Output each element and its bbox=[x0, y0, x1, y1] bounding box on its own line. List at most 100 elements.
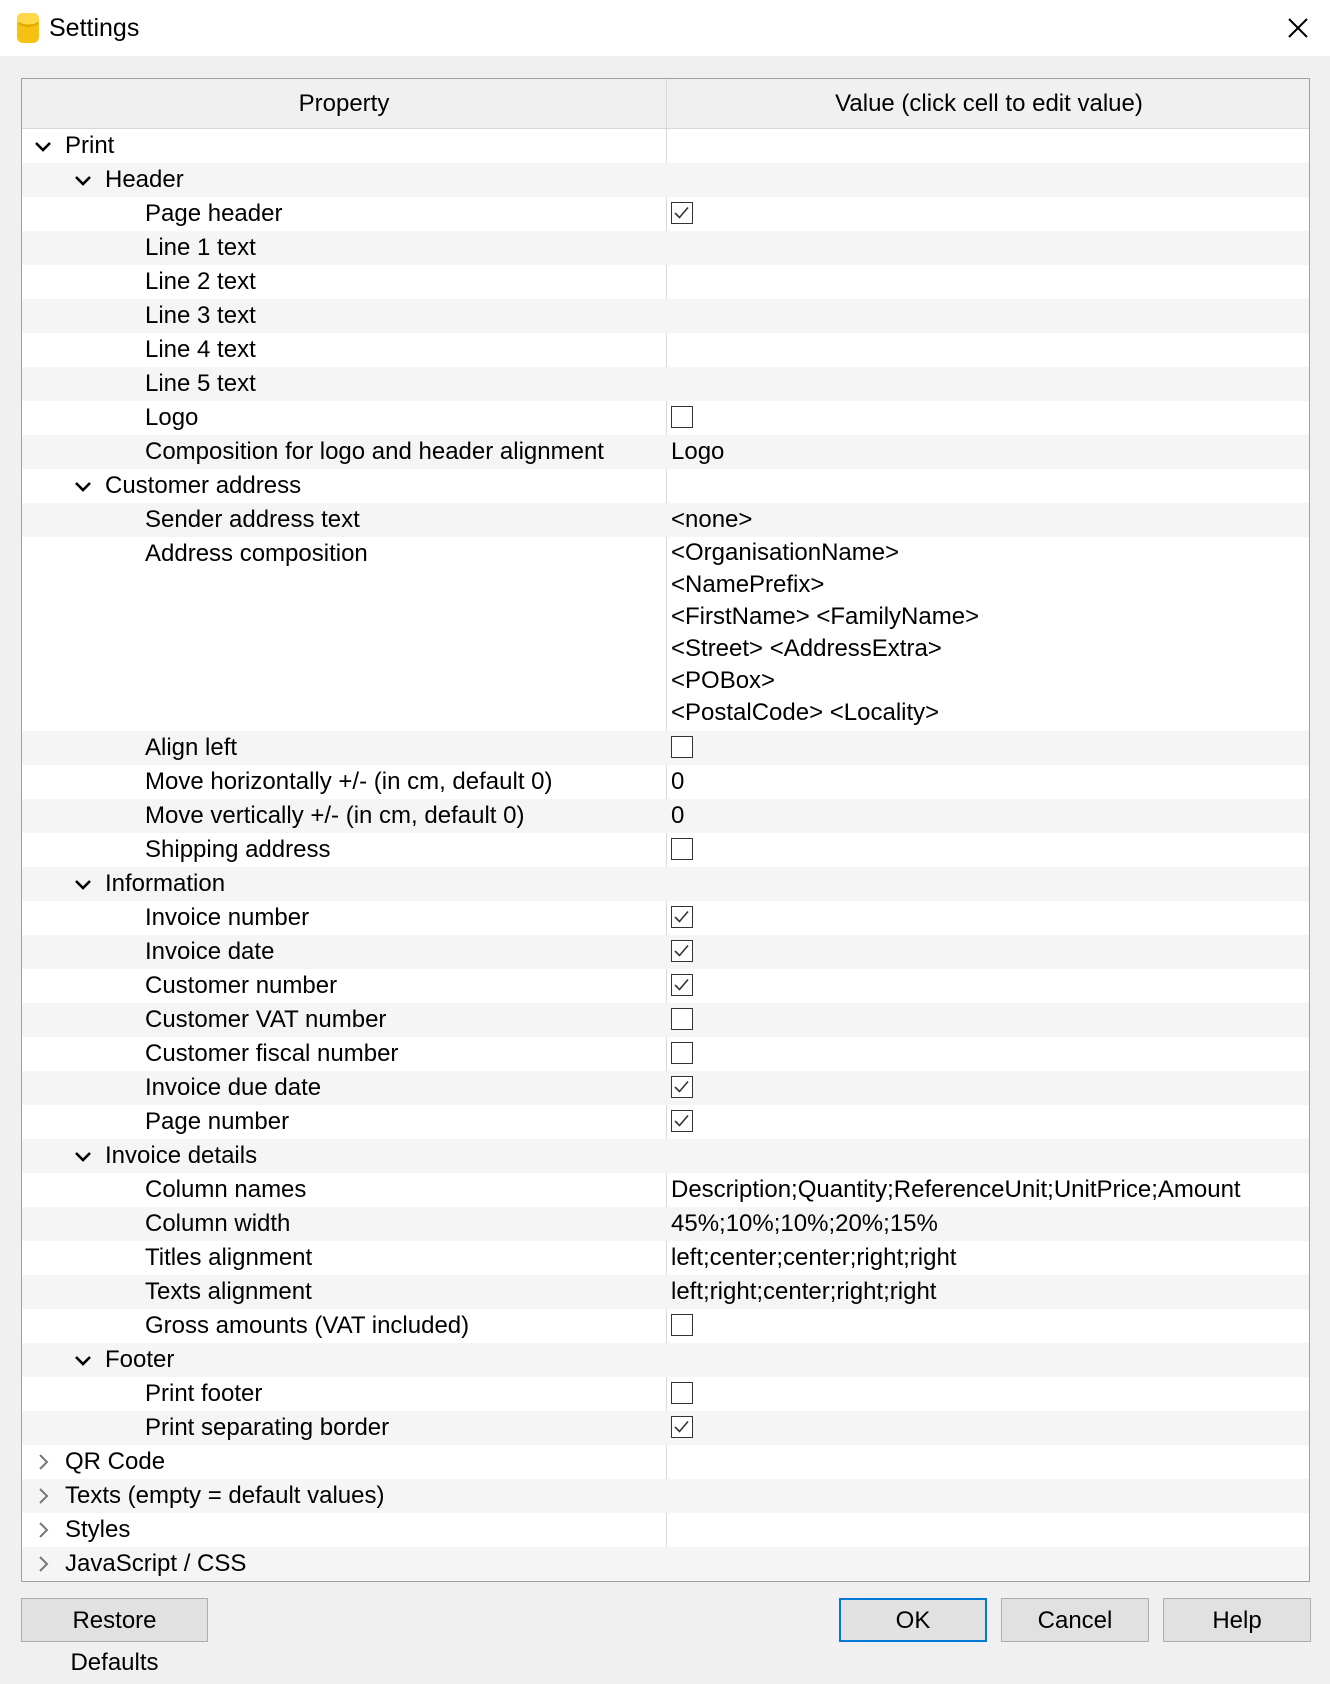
value-cell[interactable] bbox=[671, 231, 1301, 265]
property-row[interactable]: Gross amounts (VAT included) bbox=[22, 1309, 1309, 1343]
checkbox-checked[interactable] bbox=[671, 974, 693, 996]
property-cell[interactable]: Invoice number bbox=[22, 901, 666, 935]
property-cell[interactable]: Move horizontally +/- (in cm, default 0) bbox=[22, 765, 666, 799]
chevron-down-icon[interactable] bbox=[74, 1351, 92, 1369]
checkbox-checked[interactable] bbox=[671, 906, 693, 928]
tree-group-row[interactable]: Footer bbox=[22, 1343, 1309, 1377]
property-row[interactable]: Line 5 text bbox=[22, 367, 1309, 401]
property-cell[interactable]: Customer number bbox=[22, 969, 666, 1003]
property-grid[interactable]: Property Value (click cell to edit value… bbox=[21, 78, 1310, 1582]
cancel-button[interactable]: Cancel bbox=[1001, 1598, 1149, 1642]
chevron-right-icon[interactable] bbox=[34, 1453, 52, 1471]
chevron-down-icon[interactable] bbox=[34, 137, 52, 155]
tree-group-row[interactable]: Styles bbox=[22, 1513, 1309, 1547]
chevron-down-icon[interactable] bbox=[74, 171, 92, 189]
property-cell[interactable]: Invoice due date bbox=[22, 1071, 666, 1105]
property-row[interactable]: Composition for logo and header alignmen… bbox=[22, 435, 1309, 469]
value-cell-multiline[interactable]: <OrganisationName> <NamePrefix> <FirstName… bbox=[671, 537, 1301, 731]
value-cell[interactable]: left;center;center;right;right bbox=[671, 1241, 1301, 1275]
property-cell[interactable]: Align left bbox=[22, 731, 666, 765]
tree-group-row[interactable]: Texts (empty = default values) bbox=[22, 1479, 1309, 1513]
property-cell[interactable]: Line 3 text bbox=[22, 299, 666, 333]
property-cell[interactable]: Line 5 text bbox=[22, 367, 666, 401]
checkbox-unchecked[interactable] bbox=[671, 406, 693, 428]
property-cell[interactable]: Invoice date bbox=[22, 935, 666, 969]
chevron-right-icon[interactable] bbox=[34, 1555, 52, 1573]
value-cell[interactable]: <none> bbox=[671, 503, 1301, 537]
value-cell-empty[interactable] bbox=[671, 1445, 1301, 1479]
tree-group-row[interactable]: Header bbox=[22, 163, 1309, 197]
value-cell[interactable]: 0 bbox=[671, 765, 1301, 799]
property-cell[interactable]: Titles alignment bbox=[22, 1241, 666, 1275]
property-row[interactable]: Print separating border bbox=[22, 1411, 1309, 1445]
restore-defaults-button[interactable]: Restore Defaults bbox=[21, 1598, 208, 1676]
property-cell[interactable]: Line 1 text bbox=[22, 231, 666, 265]
value-cell[interactable] bbox=[671, 333, 1301, 367]
checkbox-checked[interactable] bbox=[671, 1110, 693, 1132]
property-cell[interactable]: Line 2 text bbox=[22, 265, 666, 299]
chevron-down-icon[interactable] bbox=[74, 477, 92, 495]
tree-group-row[interactable]: Customer address bbox=[22, 469, 1309, 503]
value-cell-empty[interactable] bbox=[671, 469, 1301, 503]
chevron-down-icon[interactable] bbox=[74, 875, 92, 893]
property-cell[interactable]: QR Code bbox=[22, 1445, 666, 1479]
property-row[interactable]: Page number bbox=[22, 1105, 1309, 1139]
property-row[interactable]: Customer VAT number bbox=[22, 1003, 1309, 1037]
property-cell[interactable]: Page number bbox=[22, 1105, 666, 1139]
checkbox-unchecked[interactable] bbox=[671, 736, 693, 758]
property-row[interactable]: Shipping address bbox=[22, 833, 1309, 867]
tree-group-row[interactable]: Invoice details bbox=[22, 1139, 1309, 1173]
checkbox-unchecked[interactable] bbox=[671, 838, 693, 860]
value-cell[interactable] bbox=[671, 299, 1301, 333]
property-row[interactable]: Address composition <OrganisationName> <Na… bbox=[22, 537, 1309, 731]
property-cell[interactable]: Invoice details bbox=[22, 1139, 666, 1173]
checkbox-checked[interactable] bbox=[671, 202, 693, 224]
property-cell[interactable]: Customer address bbox=[22, 469, 666, 503]
property-row[interactable]: Logo bbox=[22, 401, 1309, 435]
property-cell[interactable]: Gross amounts (VAT included) bbox=[22, 1309, 666, 1343]
value-cell[interactable] bbox=[671, 367, 1301, 401]
property-cell[interactable]: Sender address text bbox=[22, 503, 666, 537]
checkbox-checked[interactable] bbox=[671, 1076, 693, 1098]
property-row[interactable]: Line 2 text bbox=[22, 265, 1309, 299]
property-cell[interactable]: Styles bbox=[22, 1513, 666, 1547]
chevron-right-icon[interactable] bbox=[34, 1487, 52, 1505]
value-cell[interactable]: left;right;center;right;right bbox=[671, 1275, 1301, 1309]
property-row[interactable]: Print footer bbox=[22, 1377, 1309, 1411]
value-cell[interactable]: 0 bbox=[671, 799, 1301, 833]
property-cell[interactable]: Print footer bbox=[22, 1377, 666, 1411]
property-cell[interactable]: Customer fiscal number bbox=[22, 1037, 666, 1071]
close-icon[interactable] bbox=[1278, 8, 1318, 48]
property-cell[interactable]: Line 4 text bbox=[22, 333, 666, 367]
value-cell[interactable] bbox=[671, 265, 1301, 299]
tree-group-row[interactable]: Information bbox=[22, 867, 1309, 901]
checkbox-unchecked[interactable] bbox=[671, 1008, 693, 1030]
property-row[interactable]: Sender address text <none> bbox=[22, 503, 1309, 537]
property-row[interactable]: Titles alignment left;center;center;right… bbox=[22, 1241, 1309, 1275]
value-cell-empty[interactable] bbox=[671, 1513, 1301, 1547]
value-cell-empty[interactable] bbox=[671, 1479, 1301, 1513]
property-cell[interactable]: Composition for logo and header alignmen… bbox=[22, 435, 666, 469]
value-cell-empty[interactable] bbox=[671, 163, 1301, 197]
value-cell-empty[interactable] bbox=[671, 1343, 1301, 1377]
property-cell[interactable]: Move vertically +/- (in cm, default 0) bbox=[22, 799, 666, 833]
column-header-value[interactable]: Value (click cell to edit value) bbox=[667, 79, 1309, 128]
property-row[interactable]: Line 3 text bbox=[22, 299, 1309, 333]
value-cell-empty[interactable] bbox=[671, 1547, 1301, 1581]
property-cell[interactable]: Print bbox=[22, 129, 666, 163]
property-row[interactable]: Line 1 text bbox=[22, 231, 1309, 265]
property-row[interactable]: Page header bbox=[22, 197, 1309, 231]
help-button[interactable]: Help bbox=[1163, 1598, 1311, 1642]
tree-group-row[interactable]: Print bbox=[22, 129, 1309, 163]
value-cell[interactable]: Logo bbox=[671, 435, 1301, 469]
property-cell[interactable]: Page header bbox=[22, 197, 666, 231]
property-cell[interactable]: Texts (empty = default values) bbox=[22, 1479, 666, 1513]
property-row[interactable]: Customer fiscal number bbox=[22, 1037, 1309, 1071]
checkbox-checked[interactable] bbox=[671, 1416, 693, 1438]
property-cell[interactable]: Footer bbox=[22, 1343, 666, 1377]
checkbox-unchecked[interactable] bbox=[671, 1382, 693, 1404]
chevron-right-icon[interactable] bbox=[34, 1521, 52, 1539]
property-row[interactable]: Move horizontally +/- (in cm, default 0)… bbox=[22, 765, 1309, 799]
property-cell[interactable]: Address composition bbox=[22, 537, 666, 571]
property-cell[interactable]: Column width bbox=[22, 1207, 666, 1241]
